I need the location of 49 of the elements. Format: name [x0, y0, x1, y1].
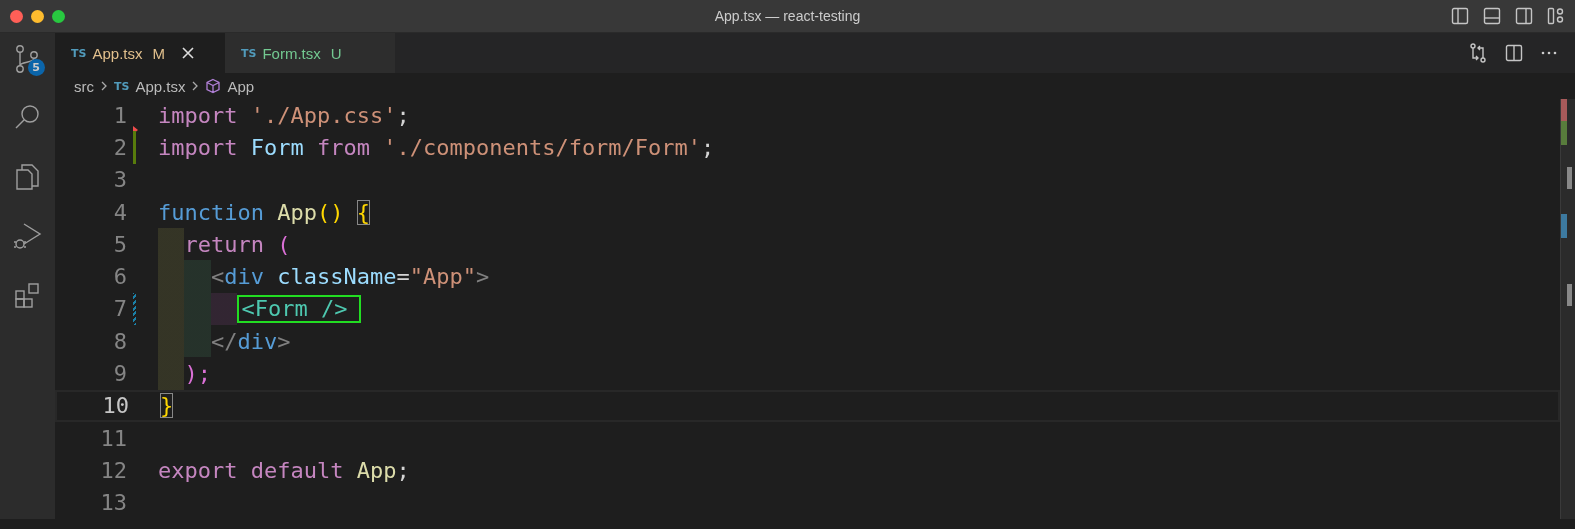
line-number: 10: [101, 393, 129, 419]
line-number: 4: [112, 199, 127, 225]
modified-line-marker: [133, 292, 136, 326]
typescript-file-icon: TS: [71, 46, 87, 60]
close-icon[interactable]: [180, 46, 195, 60]
code-line: function App() {: [158, 198, 370, 227]
editor-tab[interactable]: TS Form.tsx U: [225, 33, 395, 73]
chevron-icon: [100, 80, 108, 92]
maximize-window-button[interactable]: [52, 9, 65, 23]
code-line: import Form from './components/form/Form';: [158, 133, 715, 162]
line-number: 7: [112, 296, 127, 322]
minimize-window-button[interactable]: [31, 9, 44, 23]
code-line: }: [160, 392, 174, 420]
split-editor-icon[interactable]: [1505, 44, 1523, 62]
code-line: export default App;: [158, 456, 410, 485]
line-number: 5: [112, 231, 127, 257]
tab-label: App.tsx: [92, 44, 143, 62]
compare-changes-icon[interactable]: [1469, 43, 1487, 63]
toggle-sidebar-icon[interactable]: [1451, 7, 1469, 25]
typescript-file-icon: TS: [114, 79, 130, 93]
line-number: 2: [112, 134, 127, 160]
line-number: 13: [99, 490, 127, 516]
git-status: M: [152, 44, 165, 62]
line-number: 1: [112, 102, 127, 128]
breadcrumb-item[interactable]: App: [227, 77, 255, 95]
breadcrumb-item[interactable]: App.tsx: [135, 77, 186, 95]
window-title: App.tsx — react-testing: [713, 8, 862, 24]
added-line-marker: [133, 131, 136, 164]
close-window-button[interactable]: [10, 9, 23, 23]
code-line: import './App.css';: [158, 101, 410, 130]
line-number: 6: [112, 264, 127, 290]
badge-count: 5: [27, 59, 45, 76]
git-status: U: [330, 44, 342, 62]
breadcrumb-item[interactable]: src: [74, 77, 94, 95]
more-actions-icon[interactable]: [1541, 51, 1557, 55]
typescript-file-icon: TS: [241, 46, 257, 60]
editor-tab[interactable]: TS App.tsx M: [55, 33, 225, 73]
toggle-panel-icon[interactable]: [1483, 7, 1501, 25]
split-layout-icon[interactable]: [1515, 7, 1533, 25]
tab-label: Form.tsx: [262, 44, 321, 62]
line-number: 9: [112, 361, 127, 386]
chevron-icon: [191, 80, 200, 92]
cube-icon: [205, 78, 222, 94]
line-number: 3: [112, 167, 127, 193]
run-debug-icon[interactable]: [11, 220, 44, 252]
layout-icon[interactable]: [1547, 7, 1565, 25]
line-number: 11: [99, 425, 127, 451]
line-number: 12: [99, 457, 127, 483]
line-number: 8: [112, 328, 127, 354]
